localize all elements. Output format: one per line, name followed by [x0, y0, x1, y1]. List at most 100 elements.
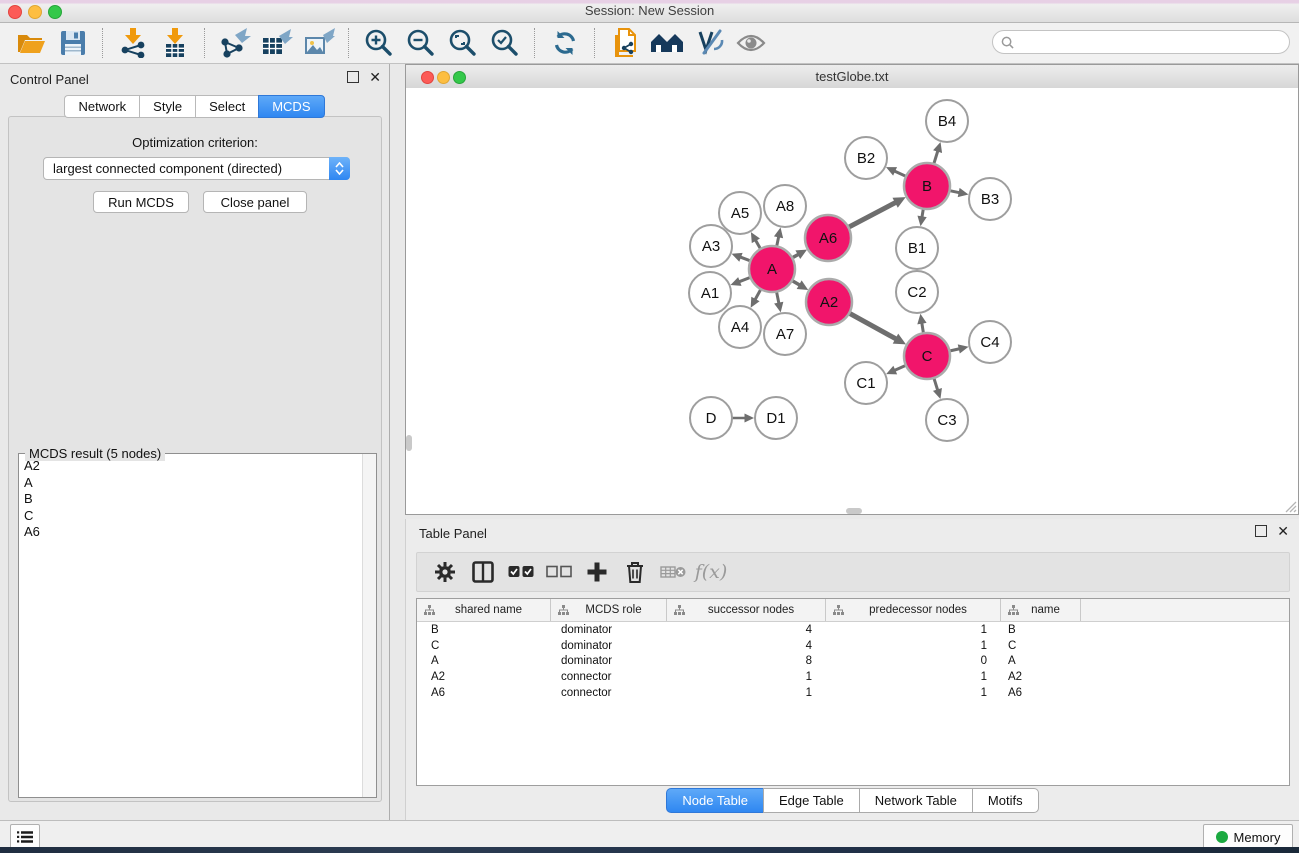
column-header-successor-nodes[interactable]: successor nodes	[667, 599, 826, 621]
run-mcds-button[interactable]: Run MCDS	[93, 191, 189, 213]
column-header-predecessor-nodes[interactable]: predecessor nodes	[826, 599, 1001, 621]
refresh-layout-icon[interactable]	[548, 27, 582, 59]
status-bar: Memory	[0, 820, 1299, 847]
resize-grip[interactable]	[1285, 501, 1297, 513]
zoom-selected-icon[interactable]	[488, 27, 522, 59]
import-table-icon[interactable]	[158, 27, 192, 59]
graph-node-A7[interactable]: A7	[764, 313, 806, 355]
column-header-name[interactable]: name	[1001, 599, 1081, 621]
graph-node-B1[interactable]: B1	[896, 227, 938, 269]
delete-table-icon[interactable]	[659, 558, 687, 586]
mcds-result-item[interactable]: C	[19, 508, 363, 525]
graph-node-B2[interactable]: B2	[845, 137, 887, 179]
mcds-result-item[interactable]: A	[19, 475, 363, 492]
graph-node-A8[interactable]: A8	[764, 185, 806, 227]
network-view-window: testGlobe.txt B4 B2 B B3 A5 A8 A6 B1 A3 A C2 A1 A2 A4…	[405, 64, 1299, 515]
zoom-fit-icon[interactable]	[446, 27, 480, 59]
cell: 4	[667, 624, 826, 636]
graph-edge-A6-B[interactable]	[845, 197, 906, 229]
table-row-B[interactable]: Bdominator41B	[417, 622, 1289, 638]
toolbar-separator	[534, 28, 536, 58]
mcds-result-item[interactable]: A2	[19, 458, 363, 475]
deselect-all-checkboxes-icon[interactable]	[545, 558, 573, 586]
select-all-checkboxes-icon[interactable]	[507, 558, 535, 586]
node-table[interactable]: shared nameMCDS rolesuccessor nodesprede…	[416, 598, 1290, 786]
close-table-panel-icon[interactable]: ✕	[1277, 526, 1289, 536]
graph-node-C2[interactable]: C2	[896, 271, 938, 313]
add-column-icon[interactable]	[583, 558, 611, 586]
export-table-icon[interactable]	[260, 27, 294, 59]
delete-column-icon[interactable]	[621, 558, 649, 586]
show-hide-graphics-eye-icon[interactable]	[734, 27, 768, 59]
graph-node-A3[interactable]: A3	[690, 225, 732, 267]
float-table-panel-icon[interactable]	[1255, 525, 1267, 537]
open-session-icon[interactable]	[14, 27, 48, 59]
tab-mcds[interactable]: MCDS	[258, 95, 324, 118]
tab-network-table[interactable]: Network Table	[859, 788, 972, 813]
graph-edge-A2-C[interactable]	[846, 311, 906, 344]
graph-node-A5[interactable]: A5	[719, 192, 761, 234]
show-column-icon[interactable]	[469, 558, 497, 586]
mcds-result-item[interactable]: B	[19, 491, 363, 508]
close-panel-button[interactable]: Close panel	[203, 191, 307, 213]
home-gallery-icon[interactable]	[650, 27, 684, 59]
graph-node-C1[interactable]: C1	[845, 362, 887, 404]
table-panel: Table Panel ✕ f(x) shared nameMCDS ro	[405, 519, 1299, 820]
close-panel-icon[interactable]: ✕	[369, 72, 381, 82]
tab-edge-table[interactable]: Edge Table	[763, 788, 859, 813]
mcds-result-scrollbar[interactable]	[362, 454, 376, 797]
network-graph[interactable]: B4 B2 B B3 A5 A8 A6 B1 A3 A C2 A1 A2 A4A7 C4 C C1 C3 D D1	[406, 88, 1298, 514]
graph-node-A2[interactable]: A2	[806, 279, 852, 325]
table-row-A6[interactable]: A6connector11A6	[417, 685, 1289, 701]
svg-text:B1: B1	[908, 240, 926, 257]
optimization-criterion-select[interactable]: largest connected component (directed)	[43, 157, 350, 180]
column-header-shared-name[interactable]: shared name	[417, 599, 551, 621]
horizontal-scrollbar-thumb[interactable]	[846, 508, 862, 514]
network-window-titlebar[interactable]: testGlobe.txt	[406, 65, 1298, 89]
mcds-result-item[interactable]: A6	[19, 524, 363, 541]
float-panel-icon[interactable]	[347, 71, 359, 83]
svg-text:A8: A8	[776, 198, 794, 215]
graph-node-A[interactable]: A	[749, 246, 795, 292]
tab-style[interactable]: Style	[139, 95, 195, 118]
graph-node-D[interactable]: D	[690, 397, 732, 439]
graph-node-A4[interactable]: A4	[719, 306, 761, 348]
graph-node-B4[interactable]: B4	[926, 100, 968, 142]
tab-node-table[interactable]: Node Table	[666, 788, 763, 813]
graph-node-C3[interactable]: C3	[926, 399, 968, 441]
graph-node-A1[interactable]: A1	[689, 272, 731, 314]
svg-text:C2: C2	[907, 284, 926, 301]
vizmapper-icon[interactable]	[692, 27, 726, 59]
cell: A	[417, 655, 551, 667]
graph-node-A6[interactable]: A6	[805, 215, 851, 261]
settings-gear-icon[interactable]	[431, 558, 459, 586]
graph-node-C4[interactable]: C4	[969, 321, 1011, 363]
column-header-MCDS-role[interactable]: MCDS role	[551, 599, 667, 621]
svg-text:B3: B3	[981, 191, 999, 208]
graph-node-B3[interactable]: B3	[969, 178, 1011, 220]
graph-node-D1[interactable]: D1	[755, 397, 797, 439]
mcds-result-box: MCDS result (5 nodes) A2ABCA6	[18, 453, 377, 798]
search-input[interactable]	[992, 30, 1290, 54]
table-row-A[interactable]: Adominator80A	[417, 653, 1289, 669]
tab-network[interactable]: Network	[64, 95, 139, 118]
network-from-clipboard-icon[interactable]	[608, 27, 642, 59]
tab-motifs[interactable]: Motifs	[972, 788, 1039, 813]
zoom-out-icon[interactable]	[404, 27, 438, 59]
table-row-C[interactable]: Cdominator41C	[417, 638, 1289, 654]
function-builder-icon[interactable]: f(x)	[697, 558, 725, 586]
export-network-icon[interactable]	[218, 27, 252, 59]
cell: B	[417, 624, 551, 636]
tab-select[interactable]: Select	[195, 95, 258, 118]
save-session-icon[interactable]	[56, 27, 90, 59]
table-row-A2[interactable]: A2connector11A2	[417, 669, 1289, 685]
zoom-in-icon[interactable]	[362, 27, 396, 59]
svg-text:C3: C3	[937, 412, 956, 429]
import-network-icon[interactable]	[116, 27, 150, 59]
graph-node-C[interactable]: C	[904, 333, 950, 379]
export-image-icon[interactable]	[302, 27, 336, 59]
cell: B	[1001, 624, 1081, 636]
network-canvas[interactable]: B4 B2 B B3 A5 A8 A6 B1 A3 A C2 A1 A2 A4A7 C4 C C1 C3 D D1	[406, 88, 1298, 514]
graph-node-B[interactable]: B	[904, 163, 950, 209]
vertical-scrollbar-thumb[interactable]	[406, 435, 412, 451]
